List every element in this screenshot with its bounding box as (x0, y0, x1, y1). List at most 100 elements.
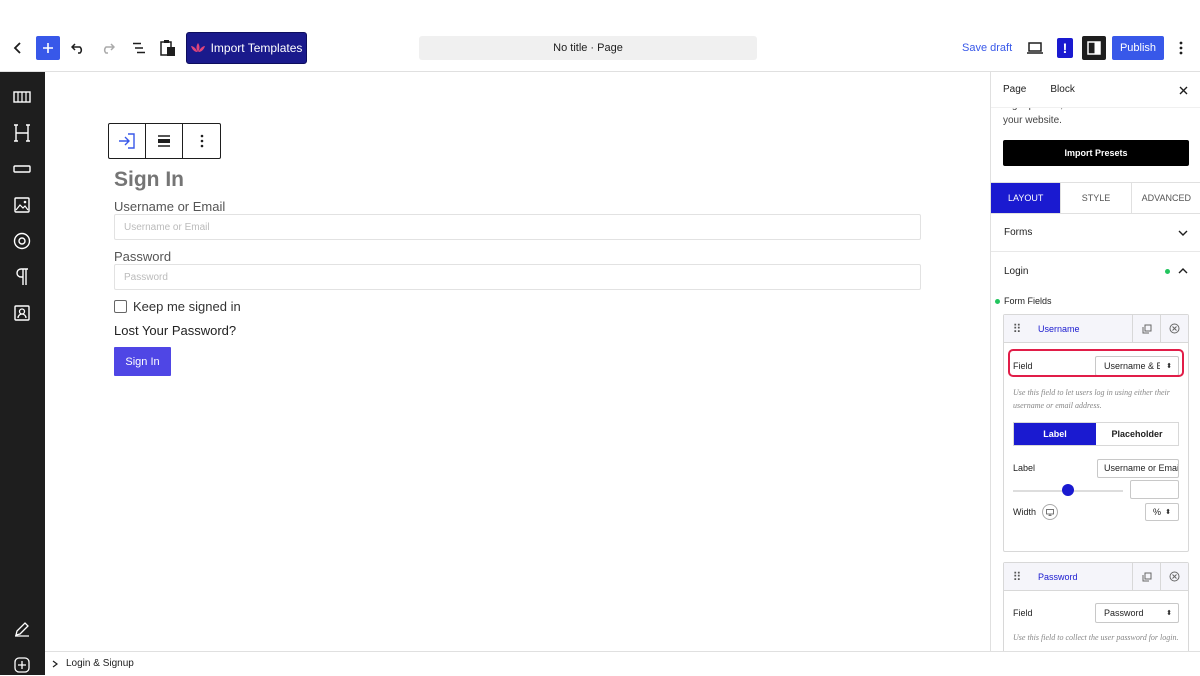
copy-icon (1142, 324, 1151, 333)
chevron-left-icon (13, 42, 21, 54)
paragraph-block-icon[interactable] (11, 266, 33, 288)
password-input[interactable]: Password (114, 264, 921, 290)
button-block-icon[interactable] (11, 158, 33, 180)
document-title: No title · Page (553, 42, 623, 54)
desktop-icon (1027, 42, 1043, 54)
form-fields-label: Form Fields (1004, 296, 1052, 306)
publish-button[interactable]: Publish (1112, 36, 1164, 60)
tab-style[interactable]: STYLE (1061, 183, 1132, 213)
import-templates-label: Import Templates (210, 41, 303, 55)
tab-block[interactable]: Block (1038, 84, 1086, 95)
width-number-input[interactable] (1130, 480, 1179, 499)
field-type-value: Password (1104, 608, 1144, 618)
form-title: Sign In (114, 168, 184, 191)
editor-canvas: Sign In Username or Email Username or Em… (45, 72, 990, 651)
login-section-toggle[interactable]: Login (991, 252, 1200, 290)
columns-block-icon[interactable] (11, 86, 33, 108)
tab-layout[interactable]: LAYOUT (991, 183, 1062, 213)
options-button[interactable] (1172, 36, 1190, 60)
duplicate-field-button[interactable] (1132, 314, 1160, 343)
remember-me[interactable]: Keep me signed in (114, 299, 241, 314)
edit-icon[interactable] (11, 618, 33, 640)
close-icon (1179, 86, 1187, 94)
redo-icon (103, 43, 115, 54)
username-card-title: Username (1038, 323, 1080, 334)
status-dot (1165, 268, 1170, 274)
password-card-header[interactable]: ⠿ Password (1004, 562, 1188, 591)
align-wide-icon (158, 135, 170, 147)
user-block-icon[interactable] (11, 302, 33, 324)
label-field-label: Label (1013, 463, 1036, 473)
chevron-up-icon (1178, 268, 1188, 274)
undo-button[interactable] (66, 36, 90, 60)
drag-handle-icon[interactable]: ⠿ (1004, 322, 1030, 336)
lotus-logo-icon (190, 43, 205, 52)
undo-icon (71, 43, 83, 54)
chevron-right-icon (52, 660, 58, 667)
forms-section-toggle[interactable]: Forms (991, 214, 1200, 252)
status-dot (995, 298, 1000, 304)
chevron-down-icon (1178, 230, 1188, 236)
tab-advanced[interactable]: ADVANCED (1132, 183, 1200, 213)
password-card-title: Password (1038, 571, 1078, 582)
breadcrumb: Login & Signup (45, 651, 1200, 675)
heading-block-icon[interactable] (11, 122, 33, 144)
monitor-icon (1046, 508, 1054, 516)
label-placeholder-toggle: Label Placeholder (1013, 422, 1179, 446)
width-unit-select[interactable]: % ⬍ (1145, 503, 1179, 521)
document-overview-button[interactable] (127, 36, 151, 60)
editor-topbar: Import Templates No title · Page Save dr… (0, 0, 1200, 72)
document-title-bar[interactable]: No title · Page (419, 36, 757, 60)
import-presets-button[interactable]: Import Presets (1003, 140, 1189, 166)
list-view-icon (133, 42, 145, 54)
block-options-button[interactable] (183, 124, 220, 158)
field-type-select[interactable]: Password ⬍ (1095, 603, 1179, 623)
label-toggle-button[interactable]: Label (1014, 423, 1096, 445)
add-block-button[interactable] (36, 36, 60, 60)
remove-field-button[interactable] (1160, 562, 1188, 591)
notice-button[interactable]: ! (1057, 38, 1073, 58)
duplicate-field-button[interactable] (1132, 562, 1160, 591)
settings-segments: LAYOUT STYLE ADVANCED (991, 182, 1200, 214)
responsive-device-button[interactable] (1042, 504, 1059, 520)
close-panel-button[interactable] (1175, 82, 1191, 98)
breadcrumb-item[interactable]: Login & Signup (66, 658, 134, 669)
close-circle-icon (1169, 571, 1180, 582)
sign-in-button[interactable]: Sign In (114, 347, 171, 376)
add-circle-icon[interactable] (11, 654, 33, 676)
redo-button[interactable] (96, 36, 120, 60)
remember-checkbox[interactable] (114, 300, 127, 313)
more-vertical-icon (1179, 41, 1183, 55)
target-block-icon[interactable] (11, 230, 33, 252)
align-button[interactable] (146, 124, 183, 158)
image-block-icon[interactable] (11, 194, 33, 216)
clipboard-icon (160, 40, 175, 56)
remove-field-button[interactable] (1160, 314, 1188, 343)
preview-button[interactable] (1023, 37, 1047, 59)
width-label: Width (1013, 507, 1037, 517)
label-text-input[interactable]: Username or Email (1097, 458, 1179, 478)
password-label: Password (114, 249, 172, 264)
username-label: Username or Email (114, 199, 226, 214)
settings-sidebar-toggle[interactable] (1082, 36, 1106, 60)
remember-label: Keep me signed in (133, 299, 241, 314)
forms-section-label: Forms (1004, 227, 1033, 238)
username-input[interactable]: Username or Email (114, 214, 921, 240)
block-inserter-sidebar (0, 72, 45, 675)
back-button[interactable] (6, 36, 30, 60)
sidebar-icon (1087, 41, 1101, 55)
select-arrows-icon: ⬍ (1165, 509, 1171, 516)
save-draft-button[interactable]: Save draft (962, 42, 1012, 54)
import-templates-button[interactable]: Import Templates (186, 32, 307, 64)
drag-handle-icon[interactable]: ⠿ (1004, 570, 1030, 584)
login-section-label: Login (1004, 265, 1029, 277)
lost-password-link[interactable]: Lost Your Password? (114, 323, 236, 338)
placeholder-toggle-button[interactable]: Placeholder (1096, 423, 1178, 445)
width-slider-handle[interactable] (1062, 484, 1074, 496)
block-type-button[interactable] (109, 124, 146, 158)
clipboard-button[interactable] (156, 36, 180, 60)
field-help-text: Use this field to let users log in using… (1013, 388, 1170, 410)
username-card-header[interactable]: ⠿ Username (1004, 314, 1188, 343)
copy-icon (1142, 572, 1151, 581)
tab-page[interactable]: Page (991, 84, 1038, 95)
